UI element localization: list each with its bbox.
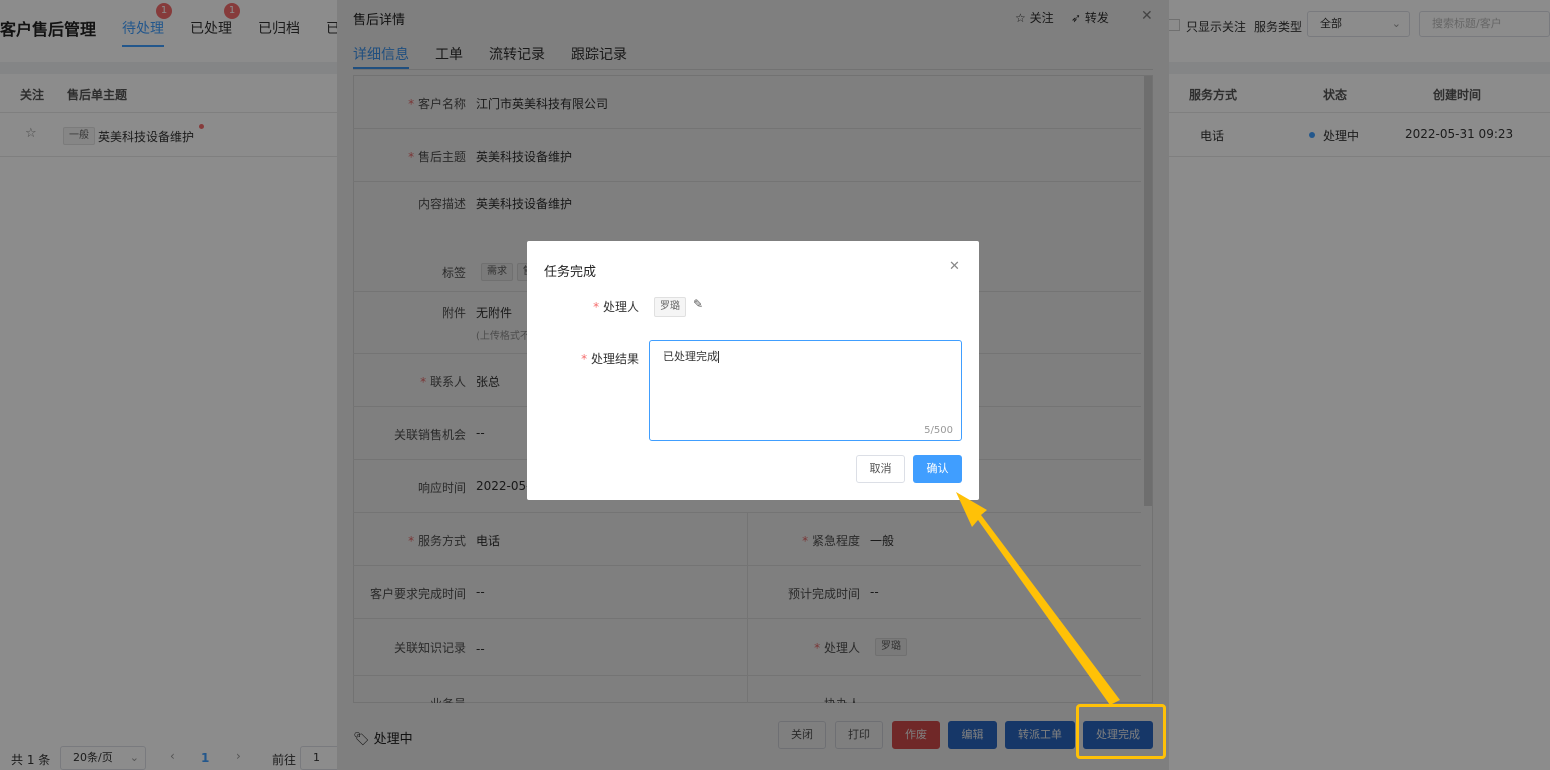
- annotation-arrow: [956, 492, 1120, 705]
